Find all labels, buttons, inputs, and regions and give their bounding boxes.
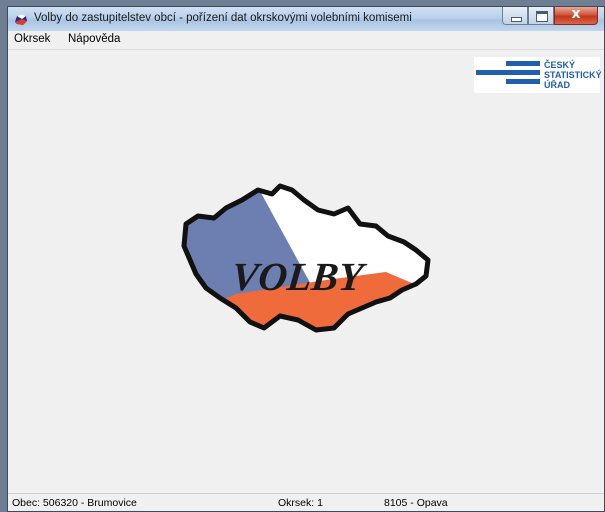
volby-text: VOLBY: [229, 254, 368, 299]
close-button[interactable]: [554, 7, 598, 25]
status-obec: Obec: 506320 - Brumovice: [12, 497, 137, 509]
csu-logo-line: STATISTICKÝ: [544, 70, 602, 80]
status-bar: Obec: 506320 - Brumovice Okrsek: 1 8105 …: [8, 493, 604, 511]
menu-bar: Okrsek Nápověda: [8, 31, 604, 50]
menu-napoveda[interactable]: Nápověda: [68, 33, 120, 45]
csu-logo-line: ÚŘAD: [544, 80, 570, 90]
app-icon[interactable]: [13, 11, 29, 27]
status-okres: 8105 - Opava: [384, 497, 448, 509]
status-okrsek: Okrsek: 1: [278, 497, 323, 509]
menu-okrsek[interactable]: Okrsek: [14, 33, 50, 45]
volby-map-logo: VOLBY: [181, 183, 431, 333]
csu-logo-text: ČESKÝ STATISTICKÝ ÚŘAD: [544, 60, 602, 90]
title-bar[interactable]: Volby do zastupitelstev obcí - pořízení …: [8, 7, 604, 31]
window-title: Volby do zastupitelstev obcí - pořízení …: [34, 12, 412, 24]
csu-logo: ČESKÝ STATISTICKÝ ÚŘAD: [474, 57, 602, 93]
maximize-button[interactable]: [528, 7, 554, 25]
main-window: Volby do zastupitelstev obcí - pořízení …: [7, 6, 605, 512]
csu-logo-line: ČESKÝ: [544, 60, 576, 70]
client-area: ČESKÝ STATISTICKÝ ÚŘAD VOLBY: [8, 50, 604, 495]
window-controls: [502, 7, 598, 26]
minimize-button[interactable]: [502, 7, 528, 25]
csu-logo-lines-icon: [476, 61, 540, 84]
